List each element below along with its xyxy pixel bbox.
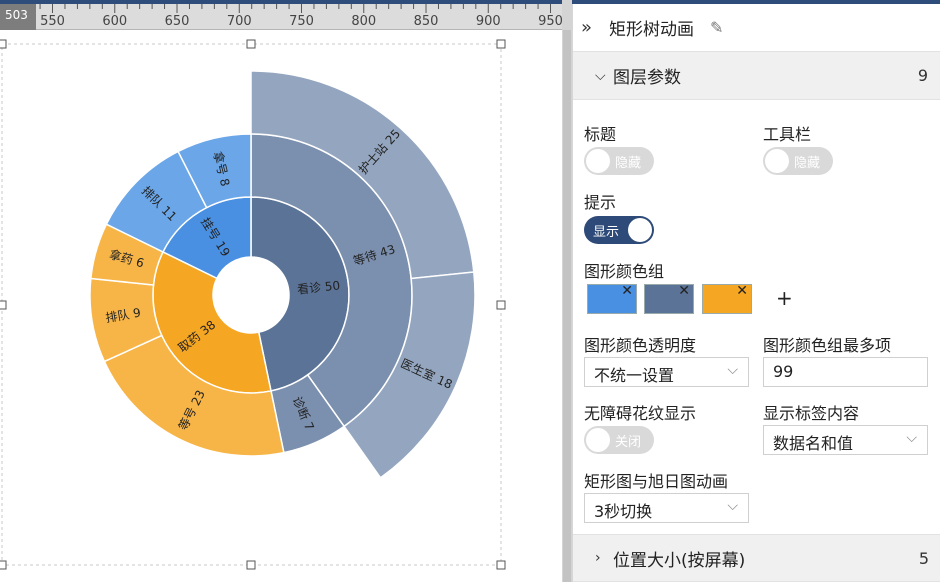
ruler-tick-label: 900	[476, 14, 501, 29]
tip-label: 提示	[584, 193, 617, 212]
color-swatch-orange[interactable]: ✕	[702, 283, 752, 314]
ruler-tick-label: 600	[102, 14, 127, 29]
max-items-input[interactable]: 99	[763, 357, 928, 387]
resize-handle[interactable]	[496, 560, 506, 570]
panel-header: » 矩形树动画 ✎	[573, 4, 940, 52]
select-value: 3秒切换	[594, 502, 653, 521]
input-value: 99	[773, 362, 794, 381]
toolbar-label: 工具栏	[763, 125, 812, 144]
title-toggle[interactable]: 隐藏	[584, 147, 654, 175]
resize-handle[interactable]	[0, 300, 7, 310]
position-size-section[interactable]: › 位置大小(按屏幕) 5	[573, 534, 940, 582]
resize-handle[interactable]	[496, 39, 506, 49]
edit-title-icon[interactable]: ✎	[710, 18, 723, 37]
section-count: 9	[917, 66, 928, 85]
max-items-label: 图形颜色组最多项	[763, 336, 892, 355]
animation-label: 矩形图与旭日图动画	[584, 472, 729, 491]
resize-handle[interactable]	[246, 560, 256, 570]
label-content-select[interactable]: 数据名和值 ⌵	[763, 425, 928, 455]
properties-panel: » 矩形树动画 ✎ ⌵ 图层参数 9 标题 隐藏 工具栏 隐藏 提示 显示 图形…	[572, 4, 940, 582]
toggle-text: 隐藏	[615, 156, 642, 171]
layer-params-section[interactable]: ⌵ 图层参数 9	[573, 52, 940, 100]
ruler-tick-label: 700	[227, 14, 252, 29]
ruler-tick-label: 850	[414, 14, 439, 29]
ruler-scale: 550 600 650 700 750 800 850 900 950	[14, 4, 563, 29]
toggle-knob	[765, 149, 789, 173]
ruler-tick-label: 650	[165, 14, 190, 29]
select-value: 数据名和值	[773, 434, 854, 453]
pattern-toggle[interactable]: 关闭	[584, 426, 654, 454]
collapse-panel-icon[interactable]: »	[581, 17, 609, 38]
label-content-label: 显示标签内容	[763, 404, 860, 423]
chevron-down-icon: ⌵	[906, 430, 917, 446]
section-count: 5	[918, 548, 929, 568]
panel-title: 矩形树动画	[609, 20, 694, 40]
ruler-tick-label: 800	[351, 14, 376, 29]
opacity-label: 图形颜色透明度	[584, 336, 697, 355]
scrollbar-thumb[interactable]	[563, 30, 571, 582]
section-label: 图层参数	[613, 68, 681, 88]
ruler-position-box: 503	[0, 4, 36, 30]
toggle-text: 隐藏	[794, 156, 821, 171]
color-group-label: 图形颜色组	[584, 262, 665, 281]
chevron-down-icon: ⌵	[595, 67, 606, 84]
layer-params-body: 标题 隐藏 工具栏 隐藏 提示 显示 图形颜色组 ✕ ✕ ✕ + 图形颜色透明度…	[573, 100, 940, 534]
animation-select[interactable]: 3秒切换 ⌵	[584, 493, 749, 523]
toggle-knob	[586, 149, 610, 173]
toggle-text: 显示	[593, 225, 620, 240]
ruler-tick-label: 550	[40, 14, 65, 29]
resize-handle[interactable]	[0, 39, 7, 49]
sunburst-chart[interactable]: 看诊 50等待 43护士站 25医生室 18诊断 7取药 38等号 23排队 9…	[0, 30, 562, 582]
remove-color-icon[interactable]: ✕	[621, 283, 633, 299]
resize-handle[interactable]	[496, 300, 506, 310]
remove-color-icon[interactable]: ✕	[678, 283, 690, 299]
chevron-down-icon: ⌵	[727, 498, 738, 514]
add-color-icon[interactable]: +	[776, 286, 793, 310]
toggle-knob	[586, 428, 610, 452]
toggle-knob	[628, 218, 652, 242]
horizontal-ruler[interactable]: 550 600 650 700 750 800 850 900 950	[0, 4, 563, 30]
chevron-down-icon: ⌵	[727, 362, 738, 378]
chevron-right-icon: ›	[595, 550, 601, 566]
color-swatch-slate[interactable]: ✕	[644, 283, 694, 314]
toggle-text: 关闭	[615, 435, 642, 450]
pattern-label: 无障碍花纹显示	[584, 404, 697, 423]
opacity-select[interactable]: 不统一设置 ⌵	[584, 357, 749, 387]
ruler-tick-label: 950	[538, 14, 562, 29]
ruler-tick-label: 750	[289, 14, 314, 29]
resize-handle[interactable]	[0, 560, 7, 570]
section-label: 位置大小(按屏幕)	[613, 550, 746, 571]
select-value: 不统一设置	[594, 366, 675, 385]
resize-handle[interactable]	[246, 39, 256, 49]
design-canvas[interactable]: 看诊 50 等待 43 护士站 25 医生室 18 诊断 7 取药 38 等号 23 排队 9…	[0, 30, 562, 582]
remove-color-icon[interactable]: ✕	[736, 283, 748, 299]
color-swatch-blue[interactable]: ✕	[587, 283, 637, 314]
toolbar-toggle[interactable]: 隐藏	[763, 147, 833, 175]
canvas-scrollbar[interactable]	[562, 0, 572, 582]
tip-toggle[interactable]: 显示	[584, 216, 654, 244]
title-label: 标题	[584, 125, 617, 144]
